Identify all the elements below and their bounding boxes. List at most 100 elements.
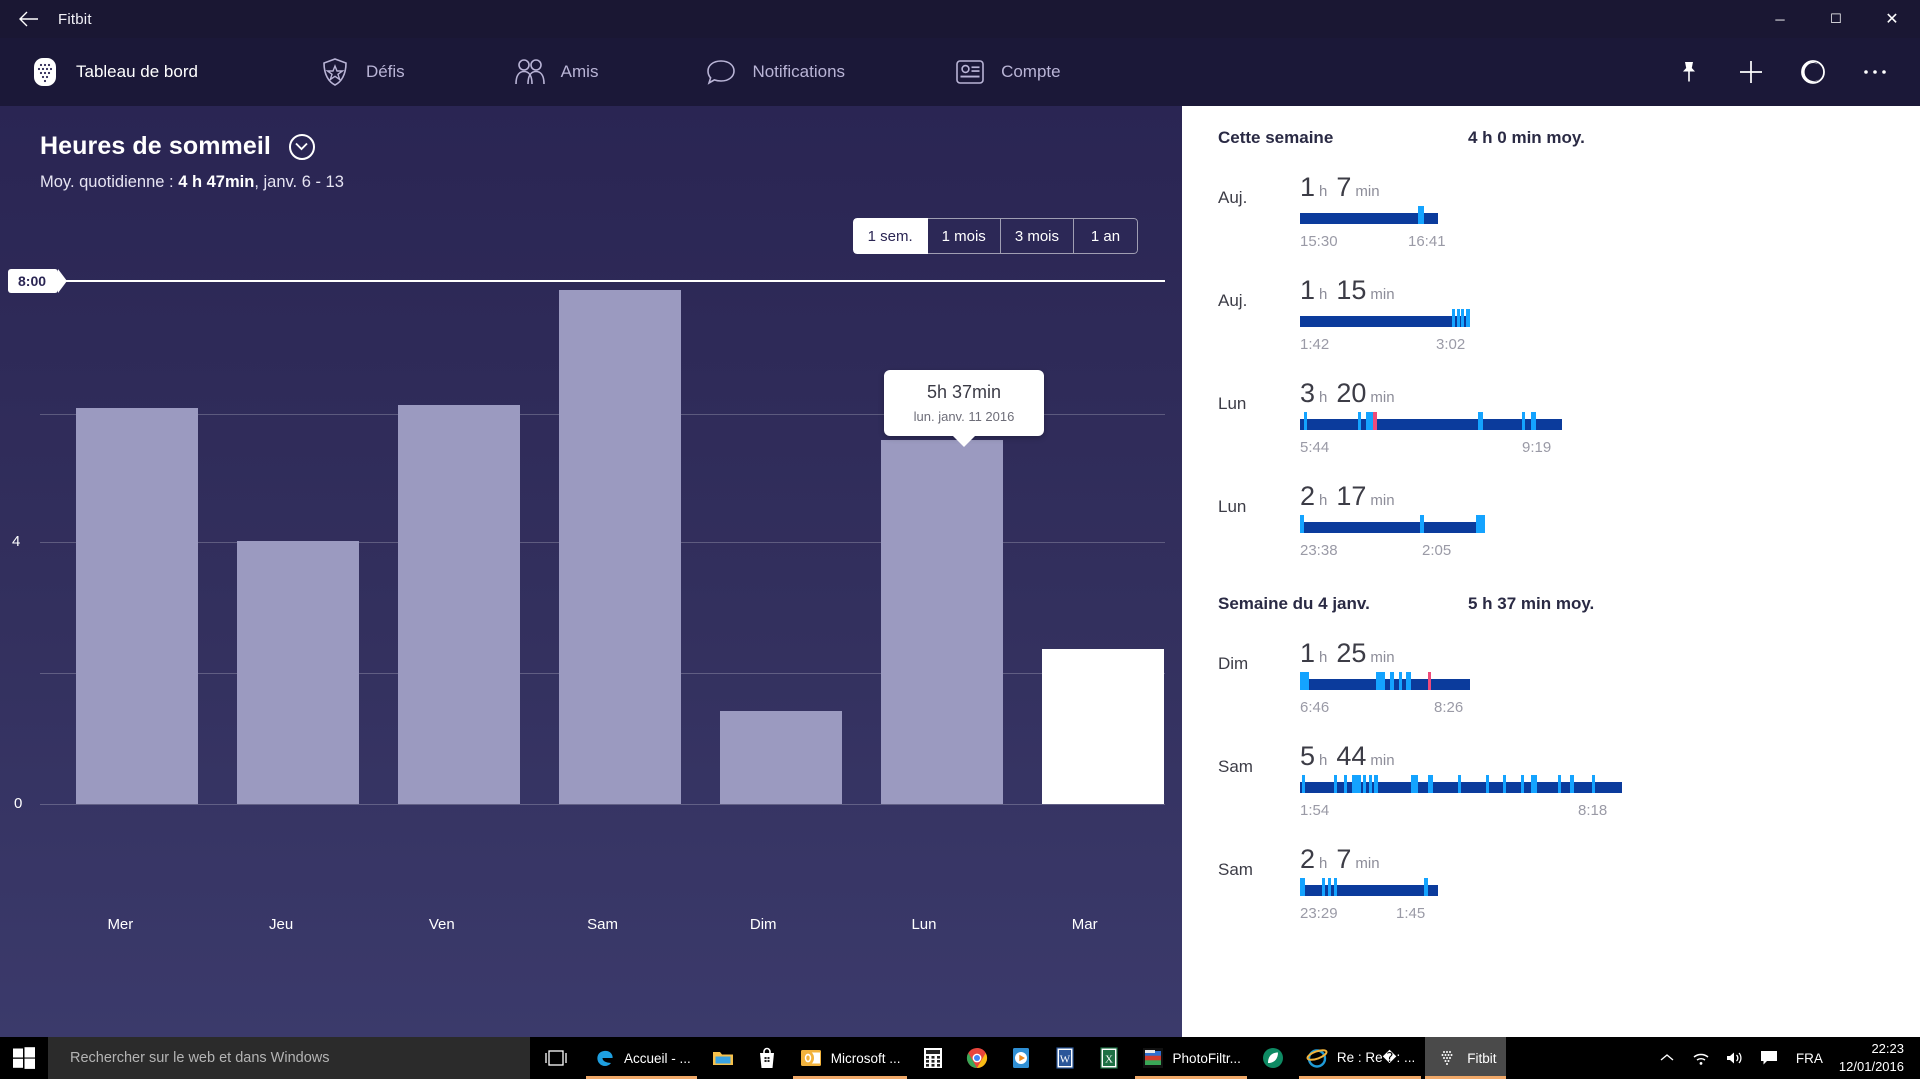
restless-tick (1521, 775, 1524, 793)
show-hidden-icons[interactable] (1650, 1037, 1684, 1079)
restless-tick (1369, 775, 1372, 793)
nav-item-notifications[interactable]: Notifications (704, 38, 845, 106)
entry-minutes: 44 (1336, 741, 1367, 771)
x-label-lun: Lun (911, 916, 937, 933)
moon-icon[interactable] (1782, 38, 1844, 106)
entry-body: 2 h 17 min 23:38 2:05 (1300, 481, 1884, 560)
nav-item-amis[interactable]: Amis (513, 38, 598, 106)
taskbar-app-label: PhotoFiltr... (1172, 1050, 1241, 1066)
task-view-icon[interactable] (530, 1037, 582, 1079)
y-axis-label-4: 4 (12, 533, 21, 550)
entry-end-time: 9:19 (1522, 439, 1552, 456)
entry-minutes: 15 (1336, 275, 1367, 305)
entry-minutes-unit: min (1370, 389, 1395, 406)
bar-dim[interactable] (720, 711, 842, 804)
taskbar-app-internet-explorer[interactable]: Re : Re�: ... (1295, 1037, 1425, 1079)
bar-lun[interactable] (881, 440, 1003, 804)
list-item[interactable]: Dim 1 h 25 min 6:46 8:26 (1218, 638, 1884, 717)
taskbar-app-chrome[interactable] (955, 1037, 999, 1079)
language-indicator[interactable]: FRA (1786, 1051, 1833, 1066)
wifi-icon[interactable] (1684, 1037, 1718, 1079)
sleep-log-sidebar[interactable]: Cette semaine 4 h 0 min moy. Auj. 1 h 7 … (1182, 106, 1920, 1037)
entry-minutes: 7 (1336, 172, 1352, 202)
taskbar-app-outlook[interactable]: Microsoft ... (789, 1037, 911, 1079)
restless-tick (1376, 672, 1385, 690)
section-average: 4 h 0 min moy. (1468, 128, 1585, 147)
speech-bubble-icon (704, 55, 738, 89)
file-explorer-icon (711, 1046, 735, 1070)
bar-sam[interactable] (559, 290, 681, 804)
tooltip-date: lun. janv. 11 2016 (913, 409, 1015, 424)
clock[interactable]: 22:23 12/01/2016 (1833, 1040, 1920, 1075)
sleep-bar (1300, 206, 1438, 224)
nav-label-tableau-de-bord: Tableau de bord (76, 62, 198, 81)
store-icon (755, 1046, 779, 1070)
close-button[interactable]: ✕ (1864, 0, 1920, 38)
sleep-bar (1300, 309, 1470, 327)
leaf-icon (1261, 1046, 1285, 1070)
list-item[interactable]: Lun 2 h 17 min 23:38 2:05 (1218, 481, 1884, 560)
taskbar-app-store[interactable] (745, 1037, 789, 1079)
entry-times: 15:30 16:41 (1300, 233, 1446, 251)
sleep-bar (1300, 515, 1485, 533)
taskbar-app-fitbit[interactable]: Fitbit (1425, 1037, 1507, 1079)
sleep-bar (1300, 412, 1562, 430)
taskbar-app-label: Microsoft ... (830, 1050, 901, 1066)
clock-date: 12/01/2016 (1838, 1059, 1904, 1074)
entry-body: 1 h 25 min 6:46 8:26 (1300, 638, 1884, 717)
bar-ven[interactable] (398, 405, 520, 804)
nav-item-compte[interactable]: Compte (953, 38, 1061, 106)
nav-item-defis[interactable]: Défis (318, 38, 405, 106)
taskbar-app-excel[interactable]: X (1087, 1037, 1131, 1079)
entry-hours-unit: h (1319, 752, 1328, 769)
svg-text:X: X (1105, 1054, 1113, 1066)
entry-hours-unit: h (1319, 649, 1328, 666)
entry-end-time: 2:05 (1422, 542, 1452, 559)
chart-bars (40, 106, 1165, 1037)
restless-tick (1420, 515, 1424, 533)
taskbar-app-word[interactable]: W (1043, 1037, 1087, 1079)
entry-day: Lun (1218, 394, 1247, 413)
nav-action-buttons (1658, 38, 1906, 106)
restless-tick (1300, 672, 1309, 690)
taskbar-app-edge[interactable]: Accueil - ... (582, 1037, 701, 1079)
restless-tick (1531, 775, 1537, 793)
action-center-icon[interactable] (1752, 1037, 1786, 1079)
taskbar-app-label: Re : Re�: ... (1336, 1050, 1416, 1065)
minimize-button[interactable]: ─ (1752, 0, 1808, 38)
bar-mer[interactable] (76, 408, 198, 804)
speaker-icon[interactable] (1718, 1037, 1752, 1079)
taskbar-app-leaf[interactable] (1251, 1037, 1295, 1079)
list-item[interactable]: Auj. 1 h 7 min 15:30 16:41 (1218, 172, 1884, 251)
section-header-semaine-du-4-janv: Semaine du 4 janv. 5 h 37 min moy. (1218, 560, 1884, 614)
list-item[interactable]: Sam 2 h 7 min 23:29 1:45 (1218, 844, 1884, 923)
entry-times: 1:54 8:18 (1300, 802, 1622, 820)
plus-icon[interactable] (1720, 38, 1782, 106)
x-label-sam: Sam (587, 916, 618, 933)
list-item[interactable]: Lun 3 h 20 min 5:44 9:19 (1218, 378, 1884, 457)
maximize-button[interactable]: ☐ (1808, 0, 1864, 38)
taskbar-app-photofiltre[interactable]: PhotoFiltr... (1131, 1037, 1251, 1079)
list-item[interactable]: Auj. 1 h 15 min 1:42 3:02 (1218, 275, 1884, 354)
bar-mar-today[interactable] (1042, 649, 1164, 804)
taskbar-app-calculator[interactable] (911, 1037, 955, 1079)
list-item[interactable]: Sam 5 h 44 min 1:54 8:18 (1218, 741, 1884, 820)
ellipsis-icon[interactable] (1844, 38, 1906, 106)
restless-tick (1457, 309, 1460, 327)
back-arrow-icon[interactable] (0, 0, 58, 38)
taskbar-app-label: Accueil - ... (624, 1050, 691, 1066)
entry-day: Auj. (1218, 188, 1248, 207)
nav-item-tableau-de-bord[interactable]: Tableau de bord (28, 38, 198, 106)
pin-icon[interactable] (1658, 38, 1720, 106)
svg-text:W: W (1059, 1054, 1070, 1066)
awake-tick (1373, 412, 1377, 430)
search-input[interactable]: Rechercher sur le web et dans Windows (48, 1037, 530, 1079)
taskbar-app-file-explorer[interactable] (701, 1037, 745, 1079)
entry-start-time: 23:29 (1300, 905, 1338, 922)
entry-start-time: 1:42 (1300, 336, 1330, 353)
bar-jeu[interactable] (237, 541, 359, 804)
windows-logo-icon[interactable] (0, 1037, 48, 1079)
taskbar-app-media-player[interactable] (999, 1037, 1043, 1079)
nav-label-defis: Défis (365, 62, 405, 81)
entry-end-time: 3:02 (1436, 336, 1466, 353)
